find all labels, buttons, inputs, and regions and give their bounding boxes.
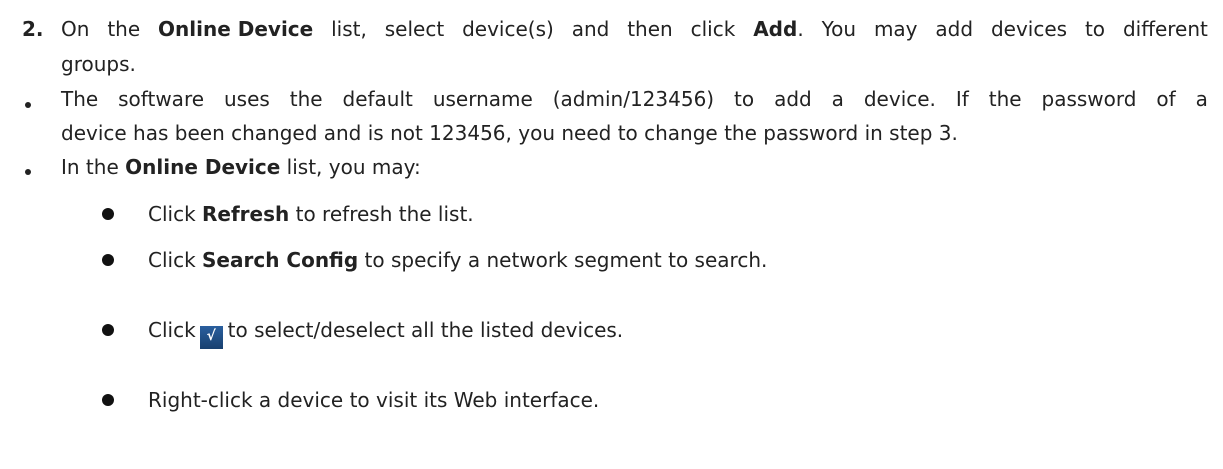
word: a <box>1195 87 1208 111</box>
word: and <box>571 17 610 41</box>
word: the <box>988 87 1022 111</box>
sub-bullet-refresh: Click Refresh to refresh the list. <box>148 202 474 226</box>
step-2-line-2: groups. <box>61 52 136 76</box>
word: to <box>1084 17 1106 41</box>
bullet-1-line-1: The software uses the default username (… <box>61 85 1208 113</box>
word-bold: Online Device <box>158 17 314 41</box>
bullet-1-line-2: device has been changed and is not 12345… <box>61 121 958 145</box>
word: On <box>61 17 90 41</box>
word: click <box>690 17 736 41</box>
sub-bullet-search-config: Click Search Config to specify a network… <box>148 248 768 272</box>
word: add <box>774 87 812 111</box>
word: the <box>107 17 141 41</box>
word: (admin/123456) <box>552 87 715 111</box>
sub-bullet-dot <box>102 394 114 406</box>
sub-bullet-dot <box>102 324 114 336</box>
sub-bullet-right-click: Right-click a device to visit its Web in… <box>148 388 600 412</box>
sub-bullet-dot <box>102 254 114 266</box>
word: uses <box>223 87 270 111</box>
word: the <box>289 87 323 111</box>
word: username <box>432 87 533 111</box>
check-icon: √ <box>199 326 223 349</box>
word: select <box>384 17 445 41</box>
word: password <box>1041 87 1137 111</box>
step-2-line-1: On the Online Device list, select device… <box>61 15 1208 43</box>
word: devices <box>990 17 1068 41</box>
word: device. <box>863 87 936 111</box>
word: may <box>873 17 918 41</box>
word: default <box>342 87 413 111</box>
word: different <box>1122 17 1208 41</box>
sub-bullet-dot <box>102 208 114 220</box>
bullet-dot <box>25 169 31 175</box>
word: If <box>955 87 969 111</box>
word: The <box>61 87 99 111</box>
word: add <box>935 17 974 41</box>
word: of <box>1156 87 1176 111</box>
word: You <box>821 17 857 41</box>
word: a <box>831 87 844 111</box>
bullet-2-text: In the Online Device list, you may: <box>61 155 421 179</box>
word: then <box>627 17 673 41</box>
word: software <box>118 87 205 111</box>
word: list, <box>331 17 367 41</box>
word: to <box>734 87 755 111</box>
word: device(s) <box>462 17 554 41</box>
sub-bullet-select-all: Click √ to select/deselect all the listed … <box>148 316 623 349</box>
step-number: 2. <box>22 17 44 41</box>
bullet-dot <box>25 102 31 108</box>
word-bold-add: Add. <box>753 17 804 41</box>
